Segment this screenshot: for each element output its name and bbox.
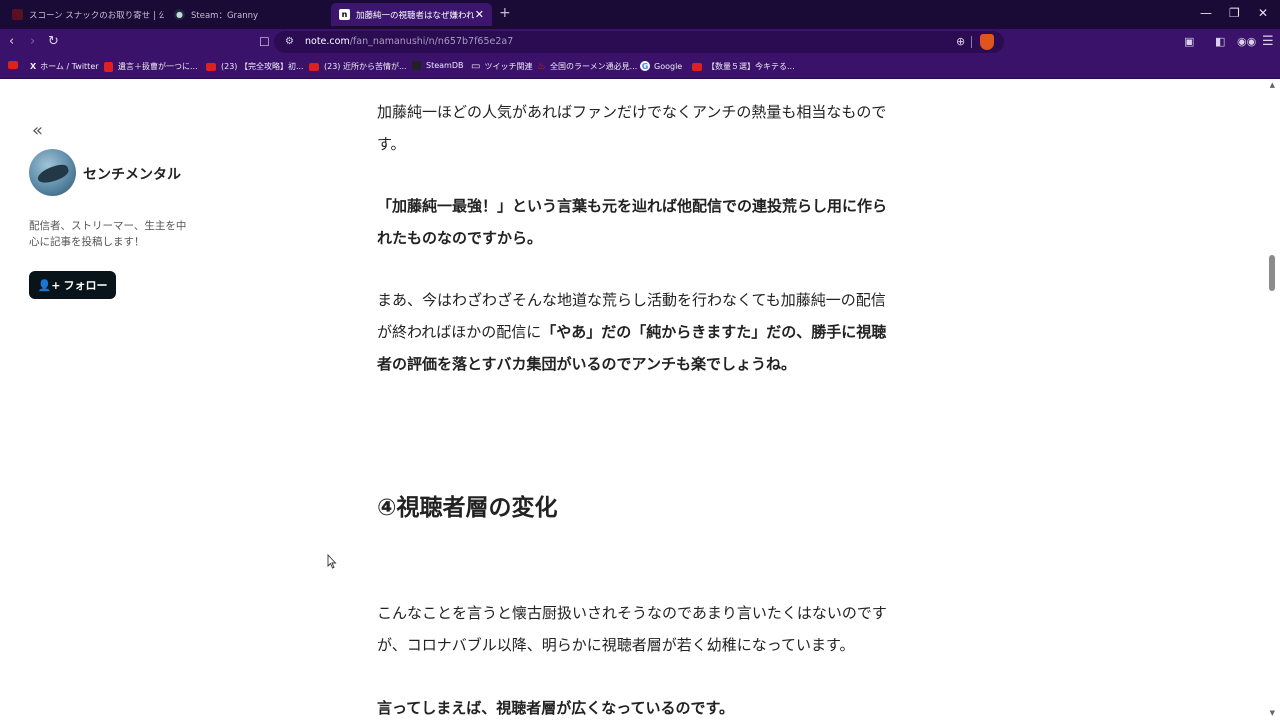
folder-icon: ▭	[471, 61, 481, 72]
tab-strip: スコーン スナックのお取り寄せ | 公式通販 ● Steam：Granny n …	[0, 0, 1280, 29]
bookmark-twitter[interactable]: X ホーム / Twitter	[30, 61, 99, 72]
article-paragraph: こんなことを言うと懐古厨扱いされそうなのであまり言いたくはないのですが、コロナバ…	[377, 604, 887, 654]
url-text: note.com/fan_namanushi/n/n657b7f65e2a7	[305, 36, 514, 47]
site-icon	[104, 61, 113, 72]
article-paragraph: 加藤純一ほどの人気があればファンだけでなくアンチの熱量も相当なものです。	[377, 103, 887, 153]
bookmark-steamdb[interactable]: SteamDB	[412, 61, 463, 70]
bookmark-item[interactable]: 【数量５選】今キテる...	[692, 61, 795, 72]
ramen-site-icon: ♨	[537, 61, 546, 72]
note-icon: n	[339, 9, 350, 20]
bookmark-google[interactable]: G Google	[640, 61, 682, 71]
leo-icon[interactable]: ◉◉	[1237, 34, 1256, 50]
scroll-down-icon[interactable]: ▼	[1270, 709, 1275, 717]
bookmark-item[interactable]: ♨ 全国のラーメン通必見...	[537, 61, 637, 72]
section-heading: ④視聴者層の変化	[377, 495, 558, 521]
bookmark-item[interactable]: (23) 【完全攻略】初...	[206, 61, 304, 72]
wallet-icon[interactable]: ▣	[1184, 34, 1194, 50]
youtube-icon	[692, 62, 702, 71]
tab-label: 加藤純一の視聴者はなぜ嫌われているのか	[356, 10, 474, 21]
bookmark-item[interactable]: (23) 近所から苦情が...	[309, 61, 407, 72]
forward-icon[interactable]: ›	[30, 34, 35, 50]
steam-icon: ●	[174, 9, 185, 20]
add-user-icon: 👤+	[37, 278, 61, 292]
minimize-icon[interactable]: —	[1200, 6, 1212, 20]
steamdb-icon	[412, 61, 421, 70]
browser-toolbar: ‹ › ↻ ☐ ⚙ note.com/fan_namanushi/n/n657b…	[0, 29, 1280, 55]
address-bar[interactable]: ⚙ note.com/fan_namanushi/n/n657b7f65e2a7…	[274, 31, 1004, 53]
youtube-icon	[309, 62, 319, 71]
menu-icon[interactable]: ☰	[1262, 34, 1274, 50]
x-icon: X	[30, 62, 37, 71]
bookmark-youtube[interactable]	[8, 61, 23, 69]
reload-icon[interactable]: ↻	[48, 34, 59, 50]
tab-label: スコーン スナックのお取り寄せ | 公式通販	[29, 10, 164, 21]
maximize-icon[interactable]: ❐	[1229, 6, 1240, 20]
article-paragraph-bold: 言ってしまえば、視聴者層が広くなっているのです。	[377, 699, 735, 717]
youtube-icon	[206, 62, 216, 71]
mouse-cursor-icon	[327, 554, 337, 569]
bookmark-folder[interactable]: ▭ ツイッチ関連	[471, 61, 532, 72]
article-paragraph: まあ、今はわざわざそんな地道な荒らし活動を行わなくても加藤純一の配信が終わればほ…	[377, 291, 887, 373]
avatar[interactable]	[29, 149, 76, 196]
google-icon: G	[640, 61, 650, 71]
article-paragraph-bold: 「加藤純一最強！」という言葉も元を辿れば他配信での連投荒らし用に作られたものなの…	[377, 197, 888, 247]
sidebar-toggle-icon[interactable]: ◧	[1215, 34, 1225, 50]
tab-label: Steam：Granny	[191, 10, 259, 21]
note-article-page: « センチメンタル 配信者、ストリーマー、生主を中心に記事を投稿します！ 👤+ …	[0, 80, 1280, 720]
site-favicon-icon	[12, 9, 23, 20]
author-bio: 配信者、ストリーマー、生主を中心に記事を投稿します！	[29, 220, 187, 248]
brave-shield-icon[interactable]	[980, 34, 994, 50]
close-window-icon[interactable]: ✕	[1258, 6, 1268, 20]
author-name[interactable]: センチメンタル	[83, 164, 181, 184]
collapse-sidebar-icon[interactable]: «	[32, 120, 43, 141]
scrollbar[interactable]	[1268, 80, 1276, 720]
scrollbar-thumb[interactable]	[1269, 255, 1275, 291]
bookmarks-bar: X ホーム / Twitter 遺言＋扱曹が一つに... (23) 【完全攻略】初…	[0, 55, 1280, 79]
follow-button[interactable]: 👤+ フォロー	[29, 271, 116, 299]
site-settings-icon[interactable]: ⚙	[285, 34, 294, 50]
divider	[971, 36, 972, 48]
close-tab-icon[interactable]: ✕	[475, 8, 484, 21]
bookmark-icon[interactable]: ☐	[259, 34, 270, 50]
tab-steam[interactable]: ● Steam：Granny	[166, 3, 326, 26]
new-tab-icon[interactable]: +	[499, 5, 511, 21]
zoom-icon[interactable]: ⊕	[956, 34, 965, 50]
bookmark-item[interactable]: 遺言＋扱曹が一つに...	[104, 61, 198, 72]
tab-note-article[interactable]: n 加藤純一の視聴者はなぜ嫌われているのか ✕	[331, 3, 492, 26]
back-icon[interactable]: ‹	[9, 34, 14, 50]
tab-scone[interactable]: スコーン スナックのお取り寄せ | 公式通販	[4, 3, 164, 26]
whale-icon	[35, 162, 71, 186]
youtube-icon	[8, 61, 18, 69]
